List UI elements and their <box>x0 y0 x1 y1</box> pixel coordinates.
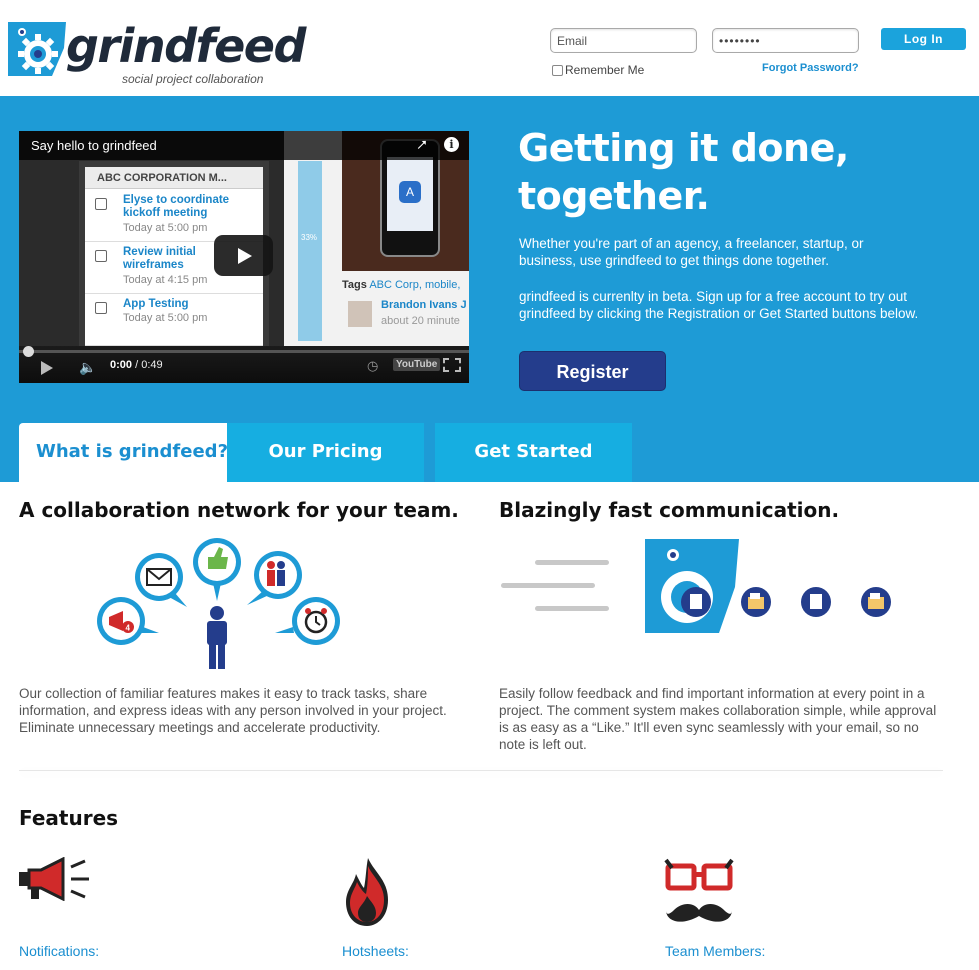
thumbs-up-bubble-icon <box>193 538 241 601</box>
hero-intro: Whether you're part of an agency, a free… <box>519 236 864 268</box>
task-title: App Testing <box>123 298 189 310</box>
task-checkbox-icon <box>95 302 107 314</box>
video-frame-panel: 33% A Tags ABC Corp, mobile, Brandon Iva… <box>284 131 469 356</box>
info-icon[interactable]: i <box>444 137 459 152</box>
video-frame-bar: 33% <box>298 161 322 341</box>
youtube-logo[interactable]: YouTube <box>393 358 441 371</box>
section-divider <box>19 770 943 771</box>
speed-lines-icon <box>501 560 609 611</box>
section-title-collaboration: A collaboration network for your team. <box>19 498 459 522</box>
site-header: grindfeed social project collaboration E… <box>0 0 979 96</box>
remember-checkbox[interactable] <box>552 64 563 76</box>
grindfeed-gear-icon <box>645 539 739 633</box>
password-field[interactable]: •••••••• <box>712 28 859 53</box>
hero-section: Say hello to grindfeed ⭧ i ABC CORPORATI… <box>0 96 979 482</box>
volume-icon[interactable]: 🔈 <box>79 359 96 376</box>
feature-notifications[interactable]: Notifications: <box>19 943 99 959</box>
hero-headline: Getting it done, together. <box>518 126 849 218</box>
video-titlebar: Say hello to grindfeed ⭧ i <box>19 131 469 160</box>
video-controls: 🔈 0:00 / 0:49 ◷ YouTube <box>19 346 469 383</box>
document-icon <box>681 587 711 617</box>
watch-later-icon[interactable]: ◷ <box>367 358 378 374</box>
progress-handle[interactable] <box>23 346 34 357</box>
email-bubble-icon <box>135 553 187 607</box>
video-task: App Testing Today at 5:00 pm <box>85 294 263 346</box>
video-tags: Tags ABC Corp, mobile, <box>342 279 461 291</box>
megaphone-icon <box>19 857 89 901</box>
communication-illustration <box>501 539 891 633</box>
gear-logo-icon <box>8 22 66 76</box>
people-bubble-icon <box>247 551 302 605</box>
document-icon <box>801 587 831 617</box>
collaboration-illustration: 4 <box>97 538 340 669</box>
fullscreen-icon[interactable] <box>443 358 461 372</box>
register-button[interactable]: Register <box>519 351 666 391</box>
video-user-time: about 20 minute <box>381 315 460 327</box>
feature-team-members[interactable]: Team Members: <box>665 943 765 959</box>
alarm-clock-bubble-icon <box>275 597 340 645</box>
login-button[interactable]: Log In <box>881 28 966 50</box>
features-title: Features <box>19 806 119 830</box>
forgot-password-link[interactable]: Forgot Password? <box>762 62 859 74</box>
logo[interactable]: grindfeed social project collaboration <box>8 14 306 89</box>
video-frame-header: ABC CORPORATION M... <box>85 167 263 189</box>
flame-icon <box>346 858 388 926</box>
avatar <box>348 301 372 327</box>
app-store-icon: A <box>399 181 421 203</box>
hero-beta-note: grindfeed is currenlty in beta. Sign up … <box>519 289 919 321</box>
megaphone-bubble-icon: 4 <box>97 597 159 645</box>
folder-icon <box>861 587 891 617</box>
task-time: Today at 5:00 pm <box>123 222 208 234</box>
feature-hotsheets[interactable]: Hotsheets: <box>342 943 409 959</box>
video-time: 0:00 / 0:49 <box>110 359 163 371</box>
video-title[interactable]: Say hello to grindfeed <box>31 138 157 153</box>
share-icon[interactable]: ⭧ <box>417 137 427 154</box>
remember-label: Remember Me <box>565 63 645 77</box>
folder-icon <box>741 587 771 617</box>
video-user-name: Brandon Ivans J <box>381 299 467 311</box>
remember-me[interactable]: Remember Me <box>552 63 644 77</box>
logo-wordmark: grindfeed <box>66 19 306 73</box>
section-title-communication: Blazingly fast communication. <box>499 498 840 522</box>
tab-our-pricing[interactable]: Our Pricing <box>227 423 424 482</box>
video-player[interactable]: Say hello to grindfeed ⭧ i ABC CORPORATI… <box>19 131 469 383</box>
task-title: Elyse to coordinate kickoff meeting <box>123 194 230 219</box>
svg-text:4: 4 <box>126 624 131 633</box>
bar-value: 33% <box>301 233 318 242</box>
section-text-collaboration: Our collection of familiar features make… <box>19 686 447 735</box>
play-button[interactable] <box>214 235 273 276</box>
task-checkbox-icon <box>95 198 107 210</box>
task-checkbox-icon <box>95 250 107 262</box>
task-time: Today at 4:15 pm <box>123 274 208 286</box>
person-icon <box>207 606 227 669</box>
email-field[interactable]: Email <box>550 28 697 53</box>
login-form: Email •••••••• Log In Remember Me Forgot… <box>549 28 969 88</box>
section-text-communication: Easily follow feedback and find importan… <box>499 686 937 752</box>
tab-get-started[interactable]: Get Started <box>435 423 632 482</box>
logo-tagline: social project collaboration <box>122 72 264 86</box>
progress-bar[interactable] <box>19 346 469 357</box>
glasses-mustache-icon <box>664 858 734 922</box>
tab-what-is-grindfeed[interactable]: What is grindfeed? <box>19 423 245 482</box>
play-icon[interactable] <box>41 361 53 375</box>
task-time: Today at 5:00 pm <box>123 312 208 324</box>
